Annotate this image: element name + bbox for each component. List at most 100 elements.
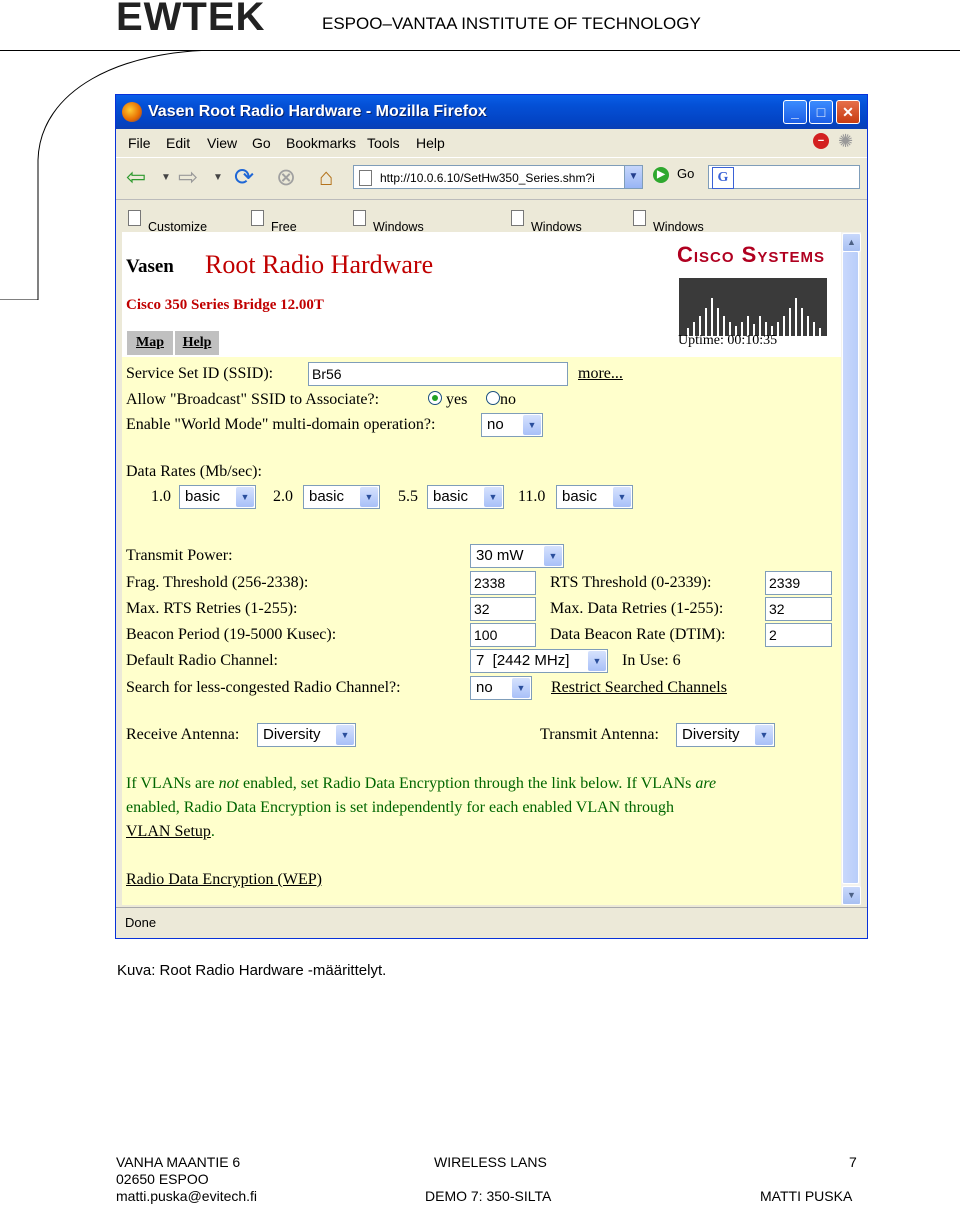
vlan-note-line-1: If VLANs are not enabled, set Radio Data… — [126, 775, 717, 792]
menu-tools[interactable]: Tools — [367, 135, 400, 151]
bookmark-page-icon — [128, 210, 141, 226]
wep-link[interactable]: Radio Data Encryption (WEP) — [126, 871, 322, 889]
tab-help[interactable]: Help — [175, 331, 219, 355]
url-bar[interactable]: http://10.0.6.10/SetHw350_Series.shm?i — [353, 165, 643, 189]
chevron-down-icon: ▼ — [523, 415, 541, 435]
vertical-scrollbar[interactable]: ▲ ▼ — [841, 232, 861, 905]
radio-channel-select[interactable]: 7 [2442 MHz] ▼ — [470, 649, 608, 673]
link-marketplace[interactable]: Windows Marketplace — [353, 210, 441, 248]
broadcast-yes-option[interactable]: yes — [428, 391, 467, 409]
reload-icon[interactable]: ⟳ — [230, 164, 258, 192]
home-icon[interactable]: ⌂ — [312, 164, 340, 192]
uptime: Uptime: 00:10:35 — [678, 333, 778, 348]
dtim-label: Data Beacon Rate (DTIM): — [550, 626, 726, 643]
broadcast-no-label: no — [500, 391, 516, 408]
world-mode-label: Enable "World Mode" multi-domain operati… — [126, 416, 436, 433]
page-icon — [359, 170, 372, 186]
search-box[interactable]: G — [708, 165, 860, 189]
forward-icon[interactable]: ⇨ — [174, 164, 202, 192]
receive-antenna-select[interactable]: Diversity ▼ — [257, 723, 356, 747]
status-bar: Done — [116, 907, 867, 938]
broadcast-yes-label: yes — [446, 391, 468, 408]
scroll-up-icon[interactable]: ▲ — [842, 233, 861, 252]
chevron-down-icon: ▼ — [613, 487, 631, 507]
figure-caption: Kuva: Root Radio Hardware -määrittelyt. — [117, 962, 387, 979]
tab-map[interactable]: Map — [127, 331, 173, 355]
vlan-note-line-2: enabled, Radio Data Encryption is set in… — [126, 799, 674, 816]
scroll-down-icon[interactable]: ▼ — [842, 886, 861, 905]
footer-author: MATTI PUSKA — [760, 1188, 853, 1204]
cisco-bridge-bars — [679, 278, 827, 336]
max-data-retries-input[interactable]: 32 — [765, 597, 832, 621]
link-windows-media[interactable]: Windows Media — [511, 210, 582, 248]
channel-search-select[interactable]: no ▼ — [470, 676, 532, 700]
firefox-icon — [122, 102, 142, 122]
go-button[interactable]: ▶ Go — [653, 166, 694, 183]
close-button[interactable]: ✕ — [836, 100, 860, 124]
scroll-thumb[interactable] — [842, 251, 859, 884]
back-icon[interactable]: ⇦ — [122, 164, 150, 192]
navigation-toolbar: ⇦ ▼ ⇨ ▼ ⟳ ⊗ ⌂ http://10.0.6.10/SetHw350_… — [116, 157, 867, 198]
chevron-down-icon: ▼ — [544, 546, 562, 566]
minimize-button[interactable]: _ — [783, 100, 807, 124]
links-toolbar: Customize Links Free Hotmail Windows Mar… — [116, 199, 867, 248]
url-text: http://10.0.6.10/SetHw350_Series.shm?i — [380, 171, 595, 185]
rate-select-3[interactable]: basic ▼ — [427, 485, 504, 509]
page-title: Root Radio Hardware — [205, 250, 434, 279]
restrict-channels-link[interactable]: Restrict Searched Channels — [551, 679, 727, 697]
max-data-retries-label: Max. Data Retries (1-255): — [550, 600, 724, 617]
firefox-window: Vasen Root Radio Hardware - Mozilla Fire… — [115, 94, 868, 939]
go-label: Go — [677, 166, 695, 181]
dtim-input[interactable]: 2 — [765, 623, 832, 647]
frag-threshold-input[interactable]: 2338 — [470, 571, 536, 595]
rts-threshold-input[interactable]: 2339 — [765, 571, 832, 595]
rts-threshold-label: RTS Threshold (0-2339): — [550, 574, 712, 591]
rate-select-2[interactable]: basic ▼ — [303, 485, 380, 509]
footer-email: matti.puska@evitech.fi — [116, 1188, 258, 1204]
max-rts-input[interactable]: 32 — [470, 597, 536, 621]
chevron-down-icon: ▼ — [236, 487, 254, 507]
beacon-period-label: Beacon Period (19-5000 Kusec): — [126, 626, 337, 643]
more-link[interactable]: more... — [578, 365, 623, 383]
chevron-down-icon: ▼ — [360, 487, 378, 507]
footer-demo: DEMO 7: 350-SILTA — [425, 1188, 552, 1204]
transmit-antenna-select[interactable]: Diversity ▼ — [676, 723, 775, 747]
menu-bookmarks[interactable]: Bookmarks — [286, 135, 356, 151]
menu-go[interactable]: Go — [252, 135, 271, 151]
title-bar[interactable]: Vasen Root Radio Hardware - Mozilla Fire… — [116, 95, 867, 129]
google-search-icon: G — [712, 167, 734, 189]
menu-view[interactable]: View — [207, 135, 237, 151]
broadcast-no-option[interactable]: no — [486, 391, 516, 409]
broadcast-yes-radio[interactable] — [428, 391, 442, 405]
rate-select-1[interactable]: basic ▼ — [179, 485, 256, 509]
link-hotmail[interactable]: Free Hotmail — [251, 210, 313, 248]
link-customize[interactable]: Customize Links — [128, 210, 207, 248]
stop-loading-icon[interactable]: − — [813, 133, 829, 149]
beacon-period-input[interactable]: 100 — [470, 623, 536, 647]
radio-channel-label: Default Radio Channel: — [126, 652, 278, 669]
vlan-setup-link[interactable]: VLAN Setup — [126, 823, 211, 840]
ssid-input[interactable]: Br56 — [308, 362, 568, 386]
bridge-model: Cisco 350 Series Bridge 12.00T — [126, 297, 324, 313]
rate-label-4: 11.0 — [518, 488, 546, 505]
tx-power-select[interactable]: 30 mW ▼ — [470, 544, 564, 568]
forward-dropdown-icon[interactable]: ▼ — [204, 164, 232, 192]
world-mode-select[interactable]: no ▼ — [481, 413, 543, 437]
bookmark-page-icon — [251, 210, 264, 226]
menu-file[interactable]: File — [128, 135, 151, 151]
stop-icon[interactable]: ⊗ — [272, 164, 300, 192]
menu-help[interactable]: Help — [416, 135, 445, 151]
broadcast-no-radio[interactable] — [486, 391, 500, 405]
menu-edit[interactable]: Edit — [166, 135, 190, 151]
link-windows[interactable]: Windows — [633, 210, 704, 234]
throbber-icon: ✺ — [838, 131, 854, 151]
cisco-logo-text: Cisco Systems — [677, 242, 826, 267]
rate-select-4[interactable]: basic ▼ — [556, 485, 633, 509]
chevron-down-icon: ▼ — [336, 725, 354, 745]
maximize-button[interactable]: □ — [809, 100, 833, 124]
chevron-down-icon: ▼ — [512, 678, 530, 698]
url-dropdown-button[interactable]: ▼ — [624, 165, 643, 189]
institute-name: ESPOO–VANTAA INSTITUTE OF TECHNOLOGY — [322, 14, 701, 33]
page-content: Vasen Root Radio Hardware Cisco 350 Seri… — [122, 232, 841, 905]
device-name: Vasen — [126, 256, 174, 277]
